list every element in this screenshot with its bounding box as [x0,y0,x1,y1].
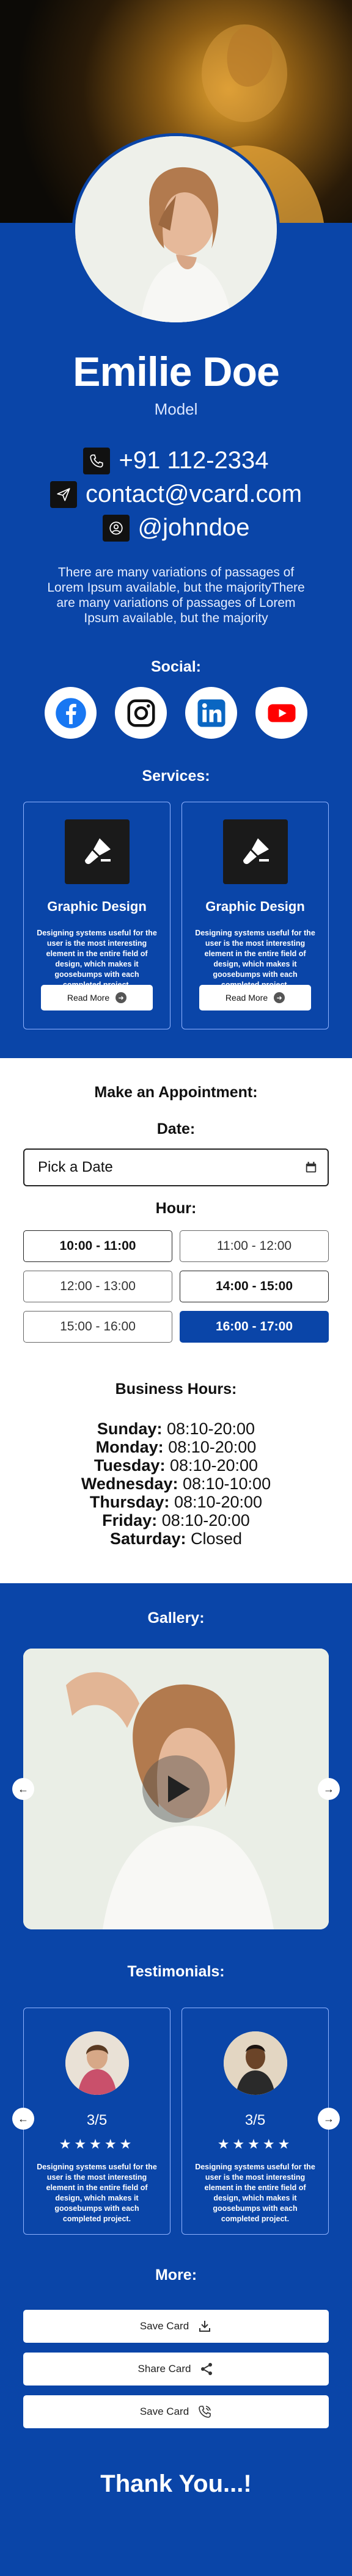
profile-avatar [72,133,280,325]
play-icon [168,1776,190,1802]
save-contact-button[interactable]: Save Card [23,2395,329,2428]
read-more-button[interactable]: Read More ➜ [199,985,311,1010]
share-card-label: Share Card [138,2363,191,2375]
hour-label: Hour: [155,1200,197,1217]
hours-row: Monday: 08:10-20:00 [95,1438,257,1456]
phone-text: +91 112-2334 [119,447,269,474]
youtube-link[interactable] [255,687,307,739]
save-card-button[interactable]: Save Card [23,2310,329,2343]
arrow-left-icon: ← [18,1782,29,1795]
testimonial-text: Designing systems useful for the user is… [195,2163,315,2223]
gallery-prev-button[interactable]: ← [12,1778,34,1800]
testimonials-prev-button[interactable]: ← [12,2108,34,2130]
appointment-section: Make an Appointment: Date: Pick a Date H… [0,1058,352,1583]
testimonial-text: Designing systems useful for the user is… [37,2163,157,2223]
time-slot[interactable]: 10:00 - 11:00 [23,1230,172,1262]
testimonial-score: 3/5 [244,2112,266,2128]
gallery-video[interactable] [23,1649,329,1929]
handle-text: @johndoe [138,514,250,541]
profile-role: Model [154,400,198,418]
time-slots: 10:00 - 11:00 11:00 - 12:00 12:00 - 13:0… [23,1230,329,1343]
phone-icon [83,447,111,474]
send-icon [50,481,77,508]
services-title: Services: [142,767,210,785]
read-more-label: Read More [67,993,110,1003]
user-icon [102,514,130,542]
hours-row: Wednesday: 08:10-10:00 [81,1475,271,1493]
date-picker-input[interactable]: Pick a Date [23,1148,329,1186]
testimonials-next-button[interactable]: → [318,2108,340,2130]
share-card-button[interactable]: Share Card [23,2353,329,2386]
intro-text: There are many variations of passages of… [47,565,305,625]
testimonial-score: 3/5 [86,2112,108,2128]
date-label: Date: [156,1120,196,1137]
social-title: Social: [151,658,201,675]
arrow-right-icon: ➜ [274,992,285,1003]
service-desc: Designing systems useful for the user is… [195,929,315,989]
business-hours-list: Sunday: 08:10-20:00 Monday: 08:10-20:00 … [0,1420,352,1548]
service-card: Graphic Design Designing systems useful … [23,802,170,1029]
paint-brush-icon [222,819,288,884]
hours-row: Tuesday: 08:10-20:00 [94,1456,258,1475]
arrow-right-icon: ➜ [116,992,127,1003]
services-list: Graphic Design Designing systems useful … [23,802,329,1029]
hours-row: Saturday: Closed [109,1529,243,1548]
paint-brush-icon [64,819,130,884]
play-button[interactable] [142,1755,210,1823]
time-slot-selected[interactable]: 16:00 - 17:00 [180,1311,329,1343]
arrow-right-icon: → [323,2112,334,2125]
email-text: contact@vcard.com [85,481,302,507]
contact-handle[interactable]: @johndoe [0,514,352,542]
contact-phone[interactable]: +91 112-2334 [0,447,352,474]
testimonials-list: 3/5 ★★★★★ Designing systems useful for t… [23,2008,329,2235]
contact-email[interactable]: contact@vcard.com [0,481,352,508]
download-icon [199,2321,211,2332]
facebook-link[interactable] [45,687,97,739]
arrow-right-icon: → [323,1782,334,1795]
linkedin-link[interactable] [185,687,237,739]
service-desc: Designing systems useful for the user is… [37,929,157,989]
testimonial-card: 3/5 ★★★★★ Designing systems useful for t… [23,2008,170,2235]
gallery-title: Gallery: [147,1609,205,1627]
social-links [0,687,352,739]
linkedin-icon [197,699,225,727]
profile-name: Emilie Doe [73,349,280,395]
testimonial-card: 3/5 ★★★★★ Designing systems useful for t… [182,2008,329,2235]
read-more-button[interactable]: Read More ➜ [41,985,153,1010]
date-placeholder: Pick a Date [38,1159,113,1175]
business-hours-title: Business Hours: [115,1381,237,1398]
read-more-label: Read More [225,993,268,1003]
instagram-icon [127,699,155,727]
appointment-title: Make an Appointment: [94,1084,258,1101]
time-slot[interactable]: 11:00 - 12:00 [180,1230,329,1262]
hours-row: Sunday: 08:10-20:00 [97,1420,255,1438]
gallery-next-button[interactable]: → [318,1778,340,1800]
instagram-link[interactable] [115,687,167,739]
service-title: Graphic Design [205,899,305,914]
testimonials-title: Testimonials: [127,1963,225,1980]
facebook-icon [55,697,86,728]
hours-row: Thursday: 08:10-20:00 [89,1493,263,1511]
more-title: More: [155,2266,197,2284]
time-slot[interactable]: 15:00 - 16:00 [23,1311,172,1343]
star-rating: ★★★★★ [59,2136,135,2152]
service-title: Graphic Design [47,899,147,914]
calendar-icon [306,1161,317,1173]
service-card: Graphic Design Designing systems useful … [182,802,329,1029]
share-icon [201,2363,213,2375]
time-slot[interactable]: 12:00 - 13:00 [23,1271,172,1302]
save-card-label: Save Card [139,2320,189,2332]
thank-you-text: Thank You...! [100,2470,252,2497]
hours-row: Friday: 08:10-20:00 [102,1511,250,1529]
phone-call-icon [199,2406,211,2418]
save-contact-label: Save Card [139,2406,189,2417]
testimonial-avatar [65,2031,129,2095]
testimonial-avatar [223,2031,287,2095]
youtube-icon [268,703,295,722]
arrow-left-icon: ← [18,2112,29,2125]
vcard-page: Emilie Doe Model +91 112-2334 contact@vc… [0,0,352,2576]
time-slot[interactable]: 14:00 - 15:00 [180,1271,329,1302]
star-rating: ★★★★★ [217,2136,293,2152]
